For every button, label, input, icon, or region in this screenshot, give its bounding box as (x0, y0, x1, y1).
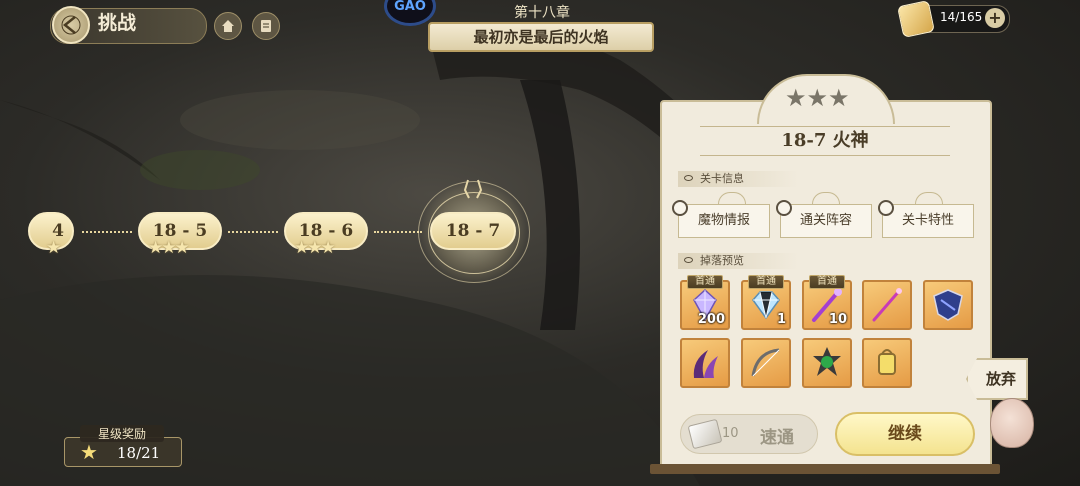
drop-item-staff[interactable] (862, 280, 912, 330)
item-count: 200 (697, 312, 725, 327)
give-up-button[interactable]: 放弃 (966, 358, 1028, 400)
first-clear-tag: 首通 (748, 275, 784, 289)
stage-node-18-7[interactable]: 18 - 7 (430, 212, 516, 250)
drop-item-bow[interactable] (741, 338, 791, 388)
claw-icon (693, 350, 718, 378)
star-icon: ★ (80, 440, 98, 464)
lantern-icon (878, 349, 896, 375)
drop-item-gem[interactable] (802, 338, 852, 388)
magnifier-icon (776, 200, 792, 216)
drop-item-claw[interactable] (680, 338, 730, 388)
home-button[interactable] (214, 12, 242, 40)
gem-icon (813, 347, 841, 376)
mascot-character (990, 398, 1034, 448)
first-clear-tag: 首通 (687, 275, 723, 289)
stage-stars: ★★★ (148, 238, 190, 258)
drop-item-lantern[interactable] (862, 338, 912, 388)
stage-stars: ★★★ (294, 238, 336, 258)
home-icon (222, 20, 234, 32)
back-arrow-icon (61, 15, 81, 35)
book-icon (261, 20, 271, 32)
magnifier-icon (878, 200, 894, 216)
location-marker-icon (463, 179, 483, 199)
section-drop-preview-label: 掉落预览 (700, 254, 744, 267)
stage-title: 18-7 火神 (700, 126, 950, 156)
eye-icon (684, 257, 693, 263)
item-count: 10 (828, 312, 847, 327)
page-title: 挑战 (98, 12, 137, 34)
first-clear-tag: 首通 (809, 275, 845, 289)
chapter-number: 第十八章 (514, 5, 570, 21)
section-drop-preview: 掉落预览 (678, 253, 798, 269)
stamina-value: 14/165 (940, 10, 983, 24)
path-dots (82, 231, 132, 233)
eye-icon (684, 175, 693, 181)
stage-rating-stars: ★★★ (785, 84, 850, 112)
continue-button[interactable]: 继续 (835, 412, 975, 456)
path-dots (228, 231, 278, 233)
stage-traits-button[interactable]: 关卡特性 (882, 204, 974, 238)
quick-clear-label: 速通 (760, 428, 794, 448)
bow-icon (751, 348, 780, 377)
chapter-name: 最初亦是最后的火焰 (428, 22, 654, 52)
journal-button[interactable] (252, 12, 280, 40)
monster-info-button[interactable]: 魔物情报 (678, 204, 770, 238)
ticket-icon (897, 0, 935, 38)
drop-item-shield[interactable] (923, 280, 973, 330)
section-stage-info-label: 关卡信息 (700, 172, 744, 185)
magnifier-icon (672, 200, 688, 216)
path-dots (374, 231, 422, 233)
clear-lineup-button[interactable]: 通关阵容 (780, 204, 872, 238)
stage-stars: ★ (46, 238, 61, 258)
panel-stand (650, 464, 1000, 474)
shield-icon (933, 289, 963, 321)
staff-icon (872, 288, 902, 322)
back-button[interactable] (52, 6, 90, 44)
item-count: 1 (776, 312, 786, 327)
quick-clear-cost: 10 (722, 426, 739, 441)
star-reward-count: 18/21 (117, 444, 161, 462)
section-stage-info: 关卡信息 (678, 171, 798, 187)
add-stamina-button[interactable]: + (985, 8, 1005, 28)
